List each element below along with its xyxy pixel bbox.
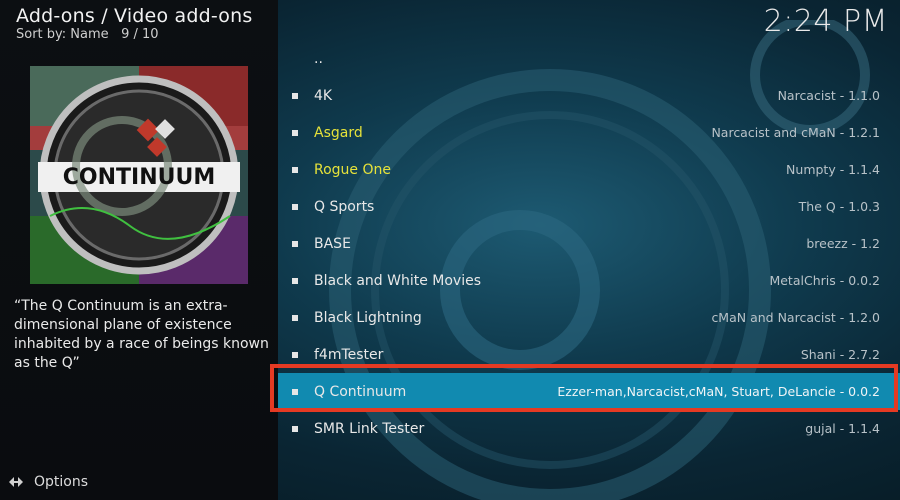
addon-meta: Shani - 2.7.2 (800, 347, 880, 362)
continuum-logo-text: CONTINUUM (63, 165, 216, 190)
bullet-icon (292, 130, 298, 136)
bullet-icon (292, 278, 298, 284)
breadcrumb-title: Add-ons / Video add-ons (16, 5, 253, 27)
addon-name: BASE (314, 235, 351, 252)
bullet-icon (292, 315, 298, 321)
bullet-icon (292, 204, 298, 210)
bullet-icon (292, 352, 298, 358)
addon-list: .. 4K Narcacist - 1.1.0 Asgard Narcacist… (278, 40, 900, 447)
bullet-icon (292, 426, 298, 432)
addon-meta: MetalChris - 0.0.2 (769, 273, 880, 288)
parent-folder-label: .. (314, 50, 323, 67)
list-item-q-sports[interactable]: Q Sports The Q - 1.0.3 (278, 188, 900, 225)
addon-meta: Numpty - 1.1.4 (786, 162, 880, 177)
addon-name: Q Continuum (314, 383, 407, 400)
sort-info: Sort by: Name 9 / 10 (16, 27, 159, 42)
bullet-icon (292, 167, 298, 173)
item-position: 9 / 10 (121, 27, 159, 42)
list-item-base[interactable]: BASE breezz - 1.2 (278, 225, 900, 262)
addon-name: Black and White Movies (314, 272, 482, 289)
clock: 2:24 PM (763, 4, 888, 39)
options-button[interactable]: Options (8, 474, 88, 490)
addon-meta: gujal - 1.1.4 (805, 421, 880, 436)
options-arrows-icon (9, 477, 23, 487)
continuum-logo-image: CONTINUUM (30, 66, 248, 284)
left-info-panel: Add-ons / Video add-ons Sort by: Name 9 … (0, 0, 278, 500)
bullet-icon (292, 389, 298, 395)
addon-meta: Narcacist and cMaN - 1.2.1 (711, 125, 880, 140)
list-item-asgard[interactable]: Asgard Narcacist and cMaN - 1.2.1 (278, 114, 900, 151)
list-item-f4mtester[interactable]: f4mTester Shani - 2.7.2 (278, 336, 900, 373)
addon-meta: The Q - 1.0.3 (798, 199, 880, 214)
addon-name: Q Sports (314, 198, 375, 215)
addon-name: Asgard (314, 124, 363, 141)
addon-meta: cMaN and Narcacist - 1.2.0 (711, 310, 880, 325)
list-item-smr-link-tester[interactable]: SMR Link Tester gujal - 1.1.4 (278, 410, 900, 447)
list-item-q-continuum[interactable]: Q Continuum Ezzer-man,Narcacist,cMaN, St… (278, 373, 900, 410)
addon-name: f4mTester (314, 346, 384, 363)
list-item-4k[interactable]: 4K Narcacist - 1.1.0 (278, 77, 900, 114)
bullet-icon (292, 241, 298, 247)
list-item-black-lightning[interactable]: Black Lightning cMaN and Narcacist - 1.2… (278, 299, 900, 336)
addon-meta: Narcacist - 1.1.0 (777, 88, 880, 103)
list-item-black-and-white-movies[interactable]: Black and White Movies MetalChris - 0.0.… (278, 262, 900, 299)
addon-name: Rogue One (314, 161, 391, 178)
addon-meta: Ezzer-man,Narcacist,cMaN, Stuart, DeLanc… (557, 384, 880, 399)
addon-name: SMR Link Tester (314, 420, 425, 437)
options-label: Options (34, 474, 89, 490)
addon-thumbnail: CONTINUUM (30, 66, 248, 284)
addon-meta: breezz - 1.2 (806, 236, 880, 251)
bullet-icon (292, 93, 298, 99)
addon-name: Black Lightning (314, 309, 422, 326)
list-item-parent[interactable]: .. (278, 40, 900, 77)
list-item-rogue-one[interactable]: Rogue One Numpty - 1.1.4 (278, 151, 900, 188)
addon-description: “The Q Continuum is an extra-dimensional… (14, 298, 269, 371)
addon-name: 4K (314, 87, 333, 104)
sort-label[interactable]: Sort by: Name (16, 27, 109, 42)
